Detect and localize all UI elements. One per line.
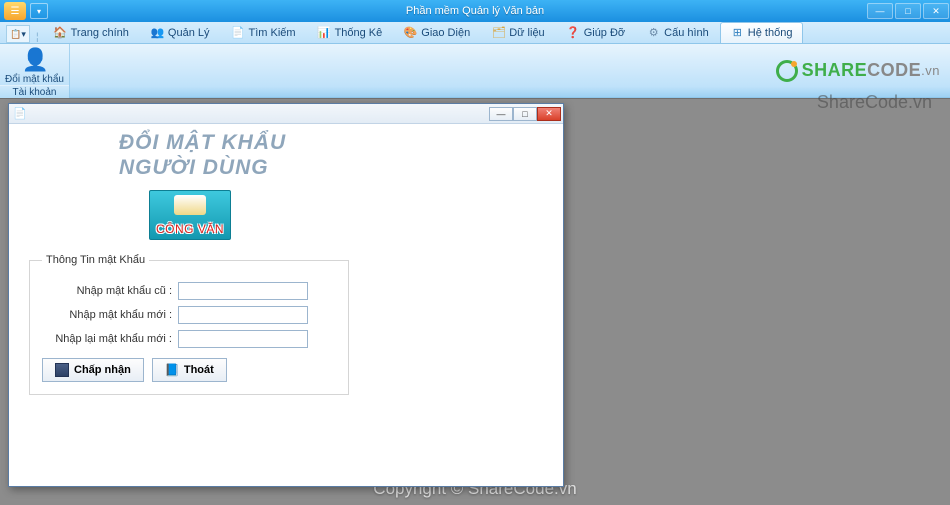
tab-tim-kiem[interactable]: 📄Tìm Kiếm	[221, 22, 307, 43]
mdi-workspace: ShareCode.vn Copyright © ShareCode.vn 📄 …	[0, 98, 950, 505]
dialog-icon: 📄	[13, 107, 27, 121]
repeat-password-label: Nhập lại mật khẩu mới :	[42, 333, 172, 345]
app-menu-orb[interactable]: ☰	[4, 2, 26, 20]
dialog-heading: ĐỔI MẬT KHẨU NGƯỜI DÙNG	[119, 130, 543, 180]
exit-icon: 📘	[165, 363, 179, 377]
tab-thong-ke[interactable]: 📊Thống Kê	[307, 22, 394, 43]
tab-giao-dien[interactable]: 🎨Giao Diện	[393, 22, 481, 43]
repeat-password-input[interactable]	[178, 330, 308, 348]
tab-giup-do[interactable]: ❓Giúp Đỡ	[556, 22, 636, 43]
dialog-titlebar[interactable]: 📄 — □ ✕	[9, 104, 563, 124]
dialog-close-button[interactable]: ✕	[537, 107, 561, 121]
tab-cau-hinh[interactable]: ⚙Cấu hình	[636, 22, 720, 43]
watermark-top: ShareCode.vn	[817, 92, 932, 113]
window-minimize-button[interactable]: —	[867, 3, 893, 19]
sharecode-logo: SHARECODE.vn	[776, 44, 950, 97]
quick-access-dropdown[interactable]: ▾	[30, 3, 48, 19]
app-title: Phần mềm Quản lý Văn bản	[406, 5, 544, 17]
app-titlebar: ☰ ▾ Phần mềm Quản lý Văn bản — □ ✕	[0, 0, 950, 22]
fieldset-legend: Thông Tin mật Khẩu	[42, 254, 149, 266]
tab-quan-ly[interactable]: 👥Quản Lý	[140, 22, 221, 43]
cong-van-badge: CÔNG VĂN	[149, 190, 231, 240]
password-fieldset: Thông Tin mật Khẩu Nhập mật khẩu cũ : Nh…	[29, 254, 349, 395]
change-password-label[interactable]: Đổi mật khẩu	[5, 74, 64, 85]
tab-he-thong[interactable]: ⊞Hệ thống	[720, 22, 804, 43]
file-menu-icon[interactable]: 📋▾	[6, 25, 30, 43]
ribbon-panel: 👤 Đổi mật khẩu Tài khoản SHARECODE.vn	[0, 44, 950, 98]
ribbon-tabs: 📋▾ ¦ 🏠Trang chính 👥Quản Lý 📄Tìm Kiếm 📊Th…	[0, 22, 950, 44]
logo-ring-icon	[776, 60, 798, 82]
accept-button[interactable]: Chấp nhận	[42, 358, 144, 382]
tab-du-lieu[interactable]: 🗂Dữ liệu	[481, 22, 556, 43]
dialog-minimize-button[interactable]: —	[489, 107, 513, 121]
old-password-label: Nhập mật khẩu cũ :	[42, 285, 172, 297]
window-close-button[interactable]: ✕	[923, 3, 949, 19]
change-password-dialog: 📄 — □ ✕ ĐỔI MẬT KHẨU NGƯỜI DÙNG CÔNG VĂN…	[8, 103, 564, 487]
new-password-input[interactable]	[178, 306, 308, 324]
old-password-input[interactable]	[178, 282, 308, 300]
save-icon	[55, 363, 69, 377]
separator: ¦	[36, 32, 39, 43]
change-password-icon[interactable]: 👤	[22, 47, 48, 73]
ribbon-group-account: 👤 Đổi mật khẩu Tài khoản	[0, 44, 70, 97]
window-maximize-button[interactable]: □	[895, 3, 921, 19]
new-password-label: Nhập mật khẩu mới :	[42, 309, 172, 321]
dialog-maximize-button[interactable]: □	[513, 107, 537, 121]
exit-button[interactable]: 📘Thoát	[152, 358, 227, 382]
ribbon-group-caption: Tài khoản	[0, 85, 69, 99]
tab-trang-chinh[interactable]: 🏠Trang chính	[43, 22, 140, 43]
